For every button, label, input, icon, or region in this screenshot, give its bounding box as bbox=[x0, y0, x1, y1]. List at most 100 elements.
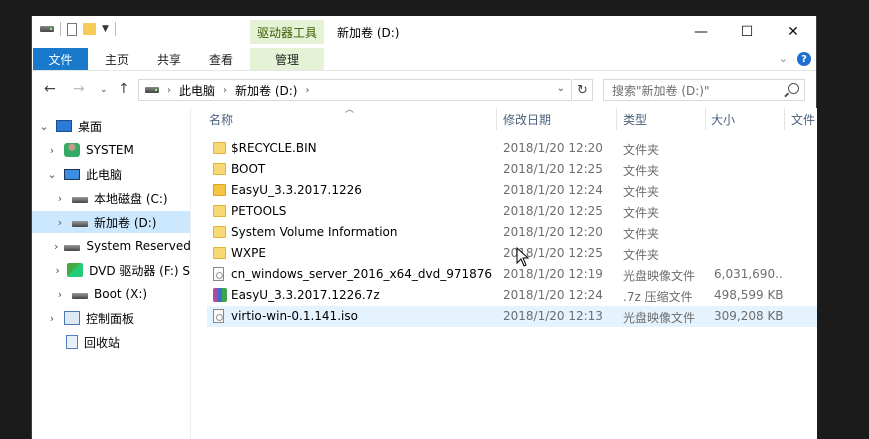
breadcrumb-this-pc[interactable]: 此电脑 bbox=[179, 82, 215, 99]
recent-locations-chevron-icon[interactable]: ⌄ bbox=[100, 85, 108, 95]
file-name: cn_windows_server_2016_x64_dvd_9718765..… bbox=[231, 267, 493, 281]
file-row[interactable]: virtio-win-0.1.141.iso 2018/1/20 12:13 光… bbox=[207, 306, 817, 327]
address-dropdown-icon[interactable]: ⌄ bbox=[557, 83, 565, 94]
properties-icon[interactable] bbox=[67, 22, 77, 36]
breadcrumb-drive-d[interactable]: 新加卷 (D:) bbox=[235, 82, 297, 99]
file-name: virtio-win-0.1.141.iso bbox=[231, 309, 358, 323]
minimize-button[interactable]: — bbox=[678, 16, 724, 48]
computer-icon bbox=[64, 168, 80, 180]
tab-manage[interactable]: 管理 bbox=[250, 48, 324, 70]
chevron-right-icon[interactable]: › bbox=[54, 264, 61, 277]
file-date: 2018/1/20 12:13 bbox=[503, 309, 603, 323]
expand-ribbon-icon[interactable]: ⌄ bbox=[779, 52, 788, 65]
nav-item-boot[interactable]: › Boot (X:) bbox=[32, 283, 190, 305]
back-arrow-icon[interactable]: ← bbox=[44, 81, 56, 97]
chevron-right-icon[interactable]: › bbox=[54, 216, 66, 229]
chevron-right-icon[interactable]: › bbox=[46, 312, 58, 325]
file-type: .7z 压缩文件 bbox=[623, 290, 693, 304]
nav-item-label: 控制面板 bbox=[86, 311, 135, 326]
window-controls: — ☐ ✕ bbox=[678, 16, 816, 48]
chevron-right-icon[interactable]: › bbox=[46, 144, 58, 157]
drive-icon bbox=[40, 26, 54, 32]
column-header-name[interactable]: 名称 bbox=[209, 108, 233, 130]
chevron-down-icon[interactable]: ⌄ bbox=[46, 168, 58, 181]
nav-item-dvd-drive[interactable]: › DVD 驱动器 (F:) S bbox=[32, 259, 190, 281]
chevron-down-icon[interactable]: ⌄ bbox=[38, 120, 50, 133]
recycle-bin-icon bbox=[66, 335, 78, 349]
folder-filled-icon bbox=[213, 184, 226, 196]
close-button[interactable]: ✕ bbox=[770, 16, 816, 48]
chevron-right-icon[interactable]: › bbox=[54, 192, 66, 205]
ribbon-tabs: 文件 主页 共享 查看 管理 ⌄ ? bbox=[32, 48, 816, 70]
file-type: 文件夹 bbox=[623, 143, 660, 157]
desktop-icon bbox=[56, 120, 72, 132]
forward-arrow-icon[interactable]: → bbox=[73, 81, 85, 97]
tab-file[interactable]: 文件 bbox=[33, 48, 88, 70]
control-panel-icon bbox=[64, 311, 80, 325]
file-row[interactable]: EasyU_3.3.2017.1226 2018/1/20 12:24 文件夹 bbox=[207, 180, 817, 201]
nav-item-recycle-bin[interactable]: 回收站 bbox=[32, 331, 190, 353]
user-folder-icon bbox=[64, 143, 80, 157]
tab-view[interactable]: 查看 bbox=[196, 48, 246, 70]
nav-item-drive-c[interactable]: › 本地磁盘 (C:) bbox=[32, 187, 190, 209]
file-row[interactable]: $RECYCLE.BIN 2018/1/20 12:20 文件夹 bbox=[207, 138, 817, 159]
nav-item-system[interactable]: › SYSTEM bbox=[32, 139, 190, 161]
folder-icon bbox=[213, 142, 226, 154]
address-bar[interactable]: › 此电脑 › 新加卷 (D:) › ⌄ bbox=[138, 79, 572, 101]
column-header-size[interactable]: 大小 bbox=[711, 108, 735, 130]
file-name: BOOT bbox=[231, 162, 266, 176]
tab-share[interactable]: 共享 bbox=[144, 48, 194, 70]
file-row[interactable]: EasyU_3.3.2017.1226.7z 2018/1/20 12:24 .… bbox=[207, 285, 817, 306]
drive-icon bbox=[72, 197, 88, 203]
nav-item-label: System Reserved bbox=[86, 239, 191, 253]
maximize-button[interactable]: ☐ bbox=[724, 16, 770, 48]
file-date: 2018/1/20 12:25 bbox=[503, 204, 603, 218]
file-date: 2018/1/20 12:24 bbox=[503, 288, 603, 302]
file-row[interactable]: cn_windows_server_2016_x64_dvd_9718765..… bbox=[207, 264, 817, 285]
explorer-window: ▼ 驱动器工具 新加卷 (D:) — ☐ ✕ 文件 主页 共享 查看 管理 ⌄ … bbox=[31, 16, 817, 439]
file-type: 文件夹 bbox=[623, 185, 660, 199]
file-name: EasyU_3.3.2017.1226 bbox=[231, 183, 362, 197]
drive-icon bbox=[72, 221, 88, 227]
chevron-right-icon[interactable]: › bbox=[54, 288, 66, 301]
chevron-right-icon[interactable]: › bbox=[223, 85, 227, 96]
tab-home[interactable]: 主页 bbox=[92, 48, 142, 70]
nav-item-this-pc[interactable]: ⌄ 此电脑 bbox=[32, 163, 190, 185]
file-row[interactable]: BOOT 2018/1/20 12:25 文件夹 bbox=[207, 159, 817, 180]
column-header-extra[interactable]: 文件 bbox=[791, 108, 815, 130]
chevron-right-icon[interactable]: › bbox=[167, 85, 171, 96]
nav-item-control-panel[interactable]: › 控制面板 bbox=[32, 307, 190, 329]
search-input[interactable]: 搜索"新加卷 (D:)" bbox=[603, 79, 805, 101]
column-header-date[interactable]: 修改日期 bbox=[503, 108, 551, 130]
file-date: 2018/1/20 12:20 bbox=[503, 141, 603, 155]
column-divider[interactable] bbox=[705, 108, 706, 130]
dvd-drive-icon bbox=[67, 263, 84, 277]
column-header-type[interactable]: 类型 bbox=[623, 108, 647, 130]
column-divider[interactable] bbox=[616, 108, 617, 130]
column-divider[interactable] bbox=[784, 108, 785, 130]
window-title: 新加卷 (D:) bbox=[337, 26, 400, 40]
file-row[interactable]: System Volume Information 2018/1/20 12:2… bbox=[207, 222, 817, 243]
search-icon[interactable] bbox=[788, 83, 799, 94]
chevron-right-icon[interactable]: › bbox=[54, 240, 58, 253]
file-name: WXPE bbox=[231, 246, 266, 260]
file-row[interactable]: WXPE 2018/1/20 12:25 文件夹 bbox=[207, 243, 817, 264]
up-arrow-icon[interactable]: ↑ bbox=[118, 81, 130, 97]
nav-item-desktop[interactable]: ⌄ 桌面 bbox=[32, 115, 190, 137]
file-size: 498,599 KB bbox=[714, 288, 784, 302]
help-icon[interactable]: ? bbox=[797, 52, 811, 66]
column-divider[interactable] bbox=[496, 108, 497, 130]
customize-toolbar-dropdown-icon[interactable]: ▼ bbox=[102, 24, 109, 34]
nav-item-label: 此电脑 bbox=[86, 167, 123, 182]
refresh-button[interactable]: ↻ bbox=[573, 79, 593, 101]
nav-item-label: Boot (X:) bbox=[94, 287, 148, 301]
address-row: ← → ⌄ ↑ › 此电脑 › 新加卷 (D:) › ⌄ ↻ 搜索"新加卷 (D… bbox=[32, 70, 816, 109]
iso-file-icon bbox=[213, 267, 224, 281]
drive-icon bbox=[145, 87, 159, 93]
nav-item-drive-d[interactable]: › 新加卷 (D:) bbox=[32, 211, 190, 233]
file-type: 文件夹 bbox=[623, 164, 660, 178]
new-folder-icon[interactable] bbox=[83, 23, 96, 35]
file-row[interactable]: PETOOLS 2018/1/20 12:25 文件夹 bbox=[207, 201, 817, 222]
chevron-right-icon[interactable]: › bbox=[305, 85, 309, 96]
nav-item-system-reserved[interactable]: › System Reserved bbox=[32, 235, 190, 257]
